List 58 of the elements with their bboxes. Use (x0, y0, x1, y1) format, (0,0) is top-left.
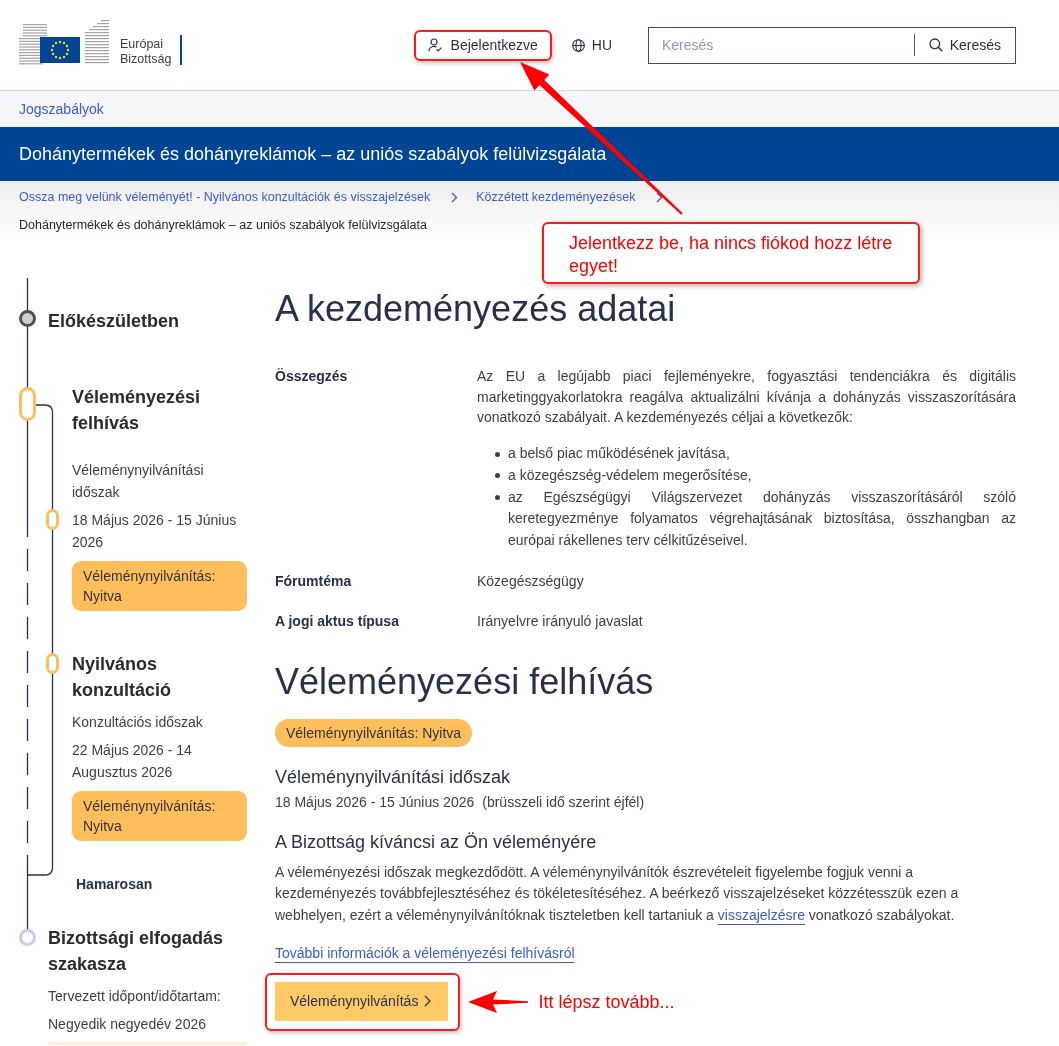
list-item-text: a közegészség-védelem megerősítése, (508, 465, 753, 485)
list-item-text: az Egészségügyi Világszervezet dohányzás visszaszorításáról szóló keretegyezménye folyamatos végrehajtásának biztosítása, összhangban az európai rákellenes terv célkitűzéseivel. (508, 487, 1016, 550)
logo-text: Bizottság (120, 52, 172, 67)
detail-label: Összegzés (275, 367, 349, 386)
search-button[interactable]: Keresés (914, 27, 1015, 63)
logo-text: Európai (120, 37, 164, 52)
period-note: (brüsszeli idő szerint éjfél) (482, 792, 645, 812)
detail-value: Irányelvre irányuló javaslat (477, 611, 644, 631)
page-title: Dohánytermékek és dohányreklámok – az uniós szabályok felülvizsgálata (19, 143, 607, 165)
status-badge: Véleménynyilvánítás: Nyitva (72, 791, 247, 841)
intro-text: A véleményezési időszak megkezdődött. A véleménynyilvánítók észrevételeit figyelembe fogjuk venni a kezdeményezés továbbfejlesztéséhez és tökéletesítéséhez. A beérkező visszajelzéseket közzétesszük ezen a webhelyen, ezért a véleménynyilvánítóknak tiszteletben kell tartaniuk a visszajelzésre vonatkozó szabályokat. (275, 862, 960, 925)
detail-value: Közegészségügy (477, 571, 585, 591)
section-title: A kezdeményezés adatai (275, 287, 677, 331)
bullet-icon (495, 495, 500, 500)
language-button[interactable]: HU (571, 37, 612, 53)
logo-divider (180, 35, 183, 65)
stage-title: Előkészületben (48, 310, 181, 333)
annotation-callout: Jelentkezz be, ha nincs fiókod hozz létre egyet! (542, 222, 920, 284)
stage-title: Véleményezési felhívás (72, 386, 202, 435)
period-dates: 18 Május 2026 - 15 Június 2026 (275, 792, 475, 812)
period-dates: 22 Május 2026 - 14 Augusztus 2026 (72, 741, 193, 782)
logo-icon (19, 18, 111, 66)
search-bar[interactable]: Keresés Keresés (648, 26, 1016, 64)
period-label: Konzultációs időszak (72, 713, 204, 732)
period-dates: 18 Május 2026 - 15 Június 2026 (72, 511, 238, 552)
status-badge: Véleménynyilvánítás: Nyitva (72, 561, 247, 611)
status-badge: Véleménynyilvánítás: Nyitva (275, 718, 473, 747)
period-title: Véleménynyilvánítási időszak (275, 765, 512, 789)
breadcrumb-link[interactable]: Közzétett kezdeményezések (476, 189, 636, 205)
annotation-text: Itt lépsz tovább... (538, 990, 675, 1013)
intro-title: A Bizottság kíváncsi az Ön véleményére (275, 830, 598, 854)
stage-title: Nyilvános konzultáció (72, 653, 172, 702)
user-icon (427, 38, 442, 52)
period-label: Tervezett időpont/időtartam: (48, 987, 222, 1006)
chevron-right-icon (451, 191, 459, 203)
breadcrumb-current: Dohánytermékek és dohányreklámok – az uniós szabályok felülvizsgálata (19, 217, 427, 233)
pointer-arrow (468, 989, 529, 1014)
globe-icon (571, 38, 585, 52)
feedback-button[interactable]: Véleménynyilvánítás (275, 981, 449, 1021)
feedback-rules-link[interactable]: visszajelzésre (717, 906, 805, 923)
breadcrumb-link[interactable]: Ossza meg velünk véleményét! - Nyilvános konzultációk és visszajelzések (19, 189, 431, 205)
search-icon (928, 38, 943, 52)
stage-title: Bizottsági elfogadás szakasza (48, 927, 225, 976)
detail-label: A jogi aktus típusa (275, 611, 400, 631)
chevron-right-icon (424, 995, 432, 1008)
detail-value: Az EU a legújabb piaci fejleményekre, fogyasztási tendenciákra és digitális marketinggyakorlatokra reagálva aktualizálni kívánja a dohányzás visszaszorítására vonatkozó szabályait. A kezdeményezés céljai a következők: (477, 367, 1016, 427)
more-info-link[interactable]: További információk a véleményezési felhívásról (275, 941, 575, 964)
login-button[interactable]: Bejelentkezve (415, 31, 550, 59)
detail-label: Fórumtéma (275, 571, 353, 591)
section-title: Véleményezési felhívás (275, 659, 655, 704)
period-dates: Negyedik negyedév 2026 (48, 1015, 207, 1034)
bullet-icon (495, 451, 500, 457)
list-item-text: a belső piac működésének javítása, (508, 444, 731, 463)
phase-note: Hamarosan (76, 875, 153, 894)
bullet-icon (495, 473, 500, 479)
nav-link[interactable]: Jogszabályok (19, 101, 104, 117)
search-field[interactable]: Keresés (649, 27, 914, 63)
period-label: Véleménynyilvánítási időszak (72, 461, 205, 502)
